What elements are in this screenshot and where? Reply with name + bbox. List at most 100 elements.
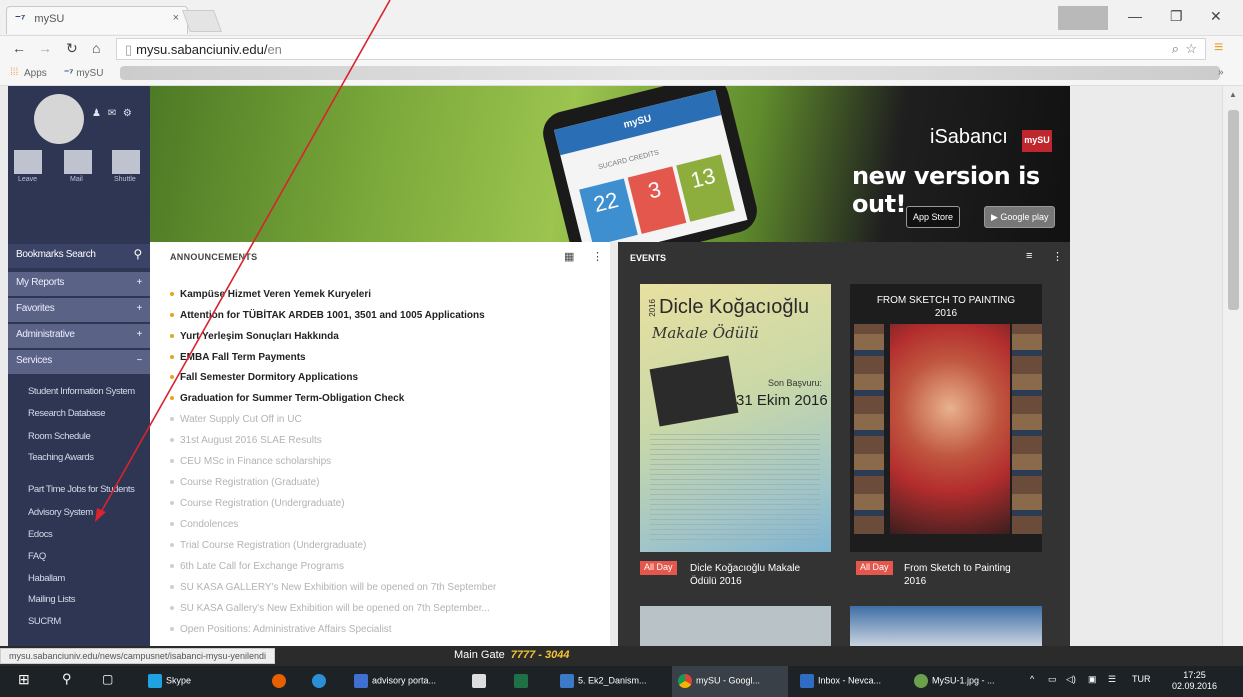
taskbar-advisory-portal[interactable]: advisory porta... (354, 674, 436, 688)
service-link-sucrm[interactable]: SUCRM (28, 616, 61, 627)
battery-icon[interactable]: ▭ (1048, 674, 1057, 685)
service-link-room-schedule[interactable]: Room Schedule (28, 431, 91, 442)
service-link-edocs[interactable]: Edocs (28, 529, 53, 540)
announcement-item[interactable]: Graduation for Summer Term-Obligation Ch… (170, 393, 404, 404)
event-poster-sketch[interactable]: FROM SKETCH TO PAINTING 2016 (850, 284, 1042, 552)
gate-label: Main Gate (454, 649, 505, 661)
settings-icon[interactable]: ⚙ (123, 108, 134, 119)
event-thumbnail[interactable] (640, 606, 831, 646)
chrome-menu-icon[interactable]: ≡ (1214, 39, 1223, 57)
bullet-icon (170, 417, 174, 422)
page-scrollbar[interactable]: ▲ (1222, 86, 1243, 646)
event-poster-dicle[interactable]: 2016 Dicle Koğacıoğlu Makale Ödülü Son Ba… (640, 284, 831, 552)
grid-view-icon[interactable]: ▦ (564, 250, 574, 263)
person-icon[interactable]: ♟ (92, 108, 103, 119)
more-options-icon[interactable]: ⋮ (592, 250, 603, 263)
language-indicator[interactable]: TUR (1132, 674, 1151, 684)
sidebar-item-favorites[interactable]: Favorites + (8, 298, 150, 322)
google-play-button[interactable]: ▶ Google play (984, 206, 1056, 228)
service-link-student-information-system[interactable]: Student Information System (28, 386, 135, 397)
taskbar-word-doc[interactable]: 5. Ek2_Danism... (560, 674, 647, 688)
announcement-item[interactable]: Kampüse Hizmet Veren Yemek Kuryeleri (170, 289, 371, 300)
announcement-item[interactable]: CEU MSc in Finance scholarships (170, 456, 331, 467)
list-view-icon[interactable]: ≡ (1026, 250, 1032, 262)
user-avatar[interactable] (34, 94, 84, 144)
scrollbar-thumb[interactable] (1228, 110, 1239, 310)
quick-mail-tile[interactable] (64, 150, 92, 174)
volume-icon[interactable]: ◁) (1066, 674, 1076, 685)
quick-shuttle-tile[interactable] (112, 150, 140, 174)
service-link-research-database[interactable]: Research Database (28, 408, 106, 419)
announcement-item[interactable]: Yurt Yerleşim Sonuçları Hakkında (170, 331, 339, 342)
back-icon[interactable]: ← (12, 40, 26, 56)
service-link-mailing-lists[interactable]: Mailing Lists (28, 594, 75, 605)
service-link-faq[interactable]: FAQ (28, 551, 46, 562)
bookmark-apps[interactable]: Apps (24, 68, 47, 79)
outlook-icon (800, 674, 814, 688)
taskbar-skype[interactable]: Skype (148, 674, 191, 688)
announcement-item[interactable]: Fall Semester Dormitory Applications (170, 372, 358, 383)
profile-avatar[interactable] (1058, 6, 1108, 30)
network-icon[interactable]: ▣ (1088, 674, 1097, 685)
sidebar-item-administrative[interactable]: Administrative + (8, 324, 150, 348)
announcement-item[interactable]: SU KASA Gallery's New Exhibition will be… (170, 603, 490, 614)
announcement-item[interactable]: 6th Late Call for Exchange Programs (170, 561, 344, 572)
announcement-item[interactable]: EMBA Fall Term Payments (170, 352, 306, 363)
poster-subtitle: Makale Ödülü (652, 324, 759, 342)
scroll-up-icon[interactable]: ▲ (1229, 90, 1237, 99)
announcements-heading: ANNOUNCEMENTS (170, 252, 258, 262)
announcement-item[interactable]: 31st August 2016 SLAE Results (170, 435, 322, 446)
apps-icon[interactable]: ⁞⁞⁞ (10, 67, 18, 78)
minimize-icon[interactable]: — (1128, 8, 1142, 24)
event-title[interactable]: From Sketch to Painting 2016 (904, 562, 1011, 588)
service-link-haballam[interactable]: Haballam (28, 573, 65, 584)
service-link-advisory-system[interactable]: Advisory System (28, 507, 93, 518)
event-title[interactable]: Dicle Koğacıoğlu Makale Ödülü 2016 (690, 562, 800, 588)
search-icon[interactable]: ⚲ (62, 671, 72, 687)
announcement-item[interactable]: Trial Course Registration (Undergraduate… (170, 540, 366, 551)
app-store-button[interactable]: App Store (906, 206, 961, 228)
taskbar-store[interactable] (472, 674, 490, 688)
forward-icon[interactable]: → (38, 40, 52, 56)
task-view-icon[interactable]: ▢ (102, 672, 113, 686)
tab-close-icon[interactable]: × (173, 12, 179, 24)
notification-icon[interactable]: ☰ (1108, 674, 1116, 685)
announcement-item[interactable]: Open Positions: Administrative Affairs S… (170, 624, 392, 635)
sidebar-item-services[interactable]: Services − (8, 350, 150, 374)
announcement-item[interactable]: Course Registration (Undergraduate) (170, 498, 345, 509)
more-options-icon[interactable]: ⋮ (1052, 250, 1063, 263)
announcement-item[interactable]: Condolences (170, 519, 238, 530)
home-icon[interactable]: ⌂ (92, 40, 100, 56)
tray-chevron-icon[interactable]: ^ (1030, 674, 1034, 684)
taskbar-edge[interactable] (312, 674, 330, 688)
clock[interactable]: 17:25 02.09.2016 (1172, 670, 1217, 692)
taskbar-mail[interactable]: Inbox - Nevca... (800, 674, 881, 688)
sidebar-item-my-reports[interactable]: My Reports + (8, 272, 150, 296)
window-close-icon[interactable]: ✕ (1210, 8, 1222, 25)
reload-icon[interactable]: ↻ (66, 40, 78, 57)
service-link-teaching-awards[interactable]: Teaching Awards (28, 452, 94, 463)
zoom-icon[interactable]: ⌕ (1172, 41, 1179, 57)
event-thumbnail[interactable] (850, 606, 1042, 646)
mail-icon[interactable]: ✉ (108, 108, 118, 119)
bookmark-mysu[interactable]: ⁻⁷ mySU (64, 68, 103, 79)
quick-leave-tile[interactable] (14, 150, 42, 174)
taskbar-image-viewer[interactable]: MySU-1.jpg - ... (914, 674, 995, 688)
bookmark-star-icon[interactable]: ☆ (1185, 41, 1197, 57)
bookmarks-overflow-icon[interactable]: » (1218, 67, 1224, 78)
announcement-item[interactable]: Water Supply Cut Off in UC (170, 414, 302, 425)
browser-tab[interactable]: ⁻⁷ mySU × (6, 6, 188, 34)
isabanci-banner[interactable]: mySU SUCARD CREDITS 22 3 13 iSabancı myS… (150, 86, 1070, 242)
maximize-icon[interactable]: ❐ (1170, 8, 1183, 25)
taskbar-chrome[interactable]: mySU - Googl... (678, 674, 760, 688)
announcement-item[interactable]: Course Registration (Graduate) (170, 477, 320, 488)
taskbar-firefox[interactable] (272, 674, 290, 688)
service-link-part-time-jobs[interactable]: Part Time Jobs for Students (28, 484, 135, 495)
address-bar[interactable]: ▯ mysu.sabanciuniv.edu/en ⌕ ☆ (116, 38, 1206, 60)
search-icon[interactable]: ⚲ (134, 247, 143, 261)
announcement-item[interactable]: SU KASA GALLERY's New Exhibition will be… (170, 582, 496, 593)
windows-start-icon[interactable]: ⊞ (18, 671, 30, 688)
bookmarks-search[interactable]: Bookmarks Search ⚲ (8, 244, 150, 268)
taskbar-excel[interactable] (514, 674, 532, 688)
announcement-item[interactable]: Attention for TÜBİTAK ARDEB 1001, 3501 a… (170, 310, 485, 321)
